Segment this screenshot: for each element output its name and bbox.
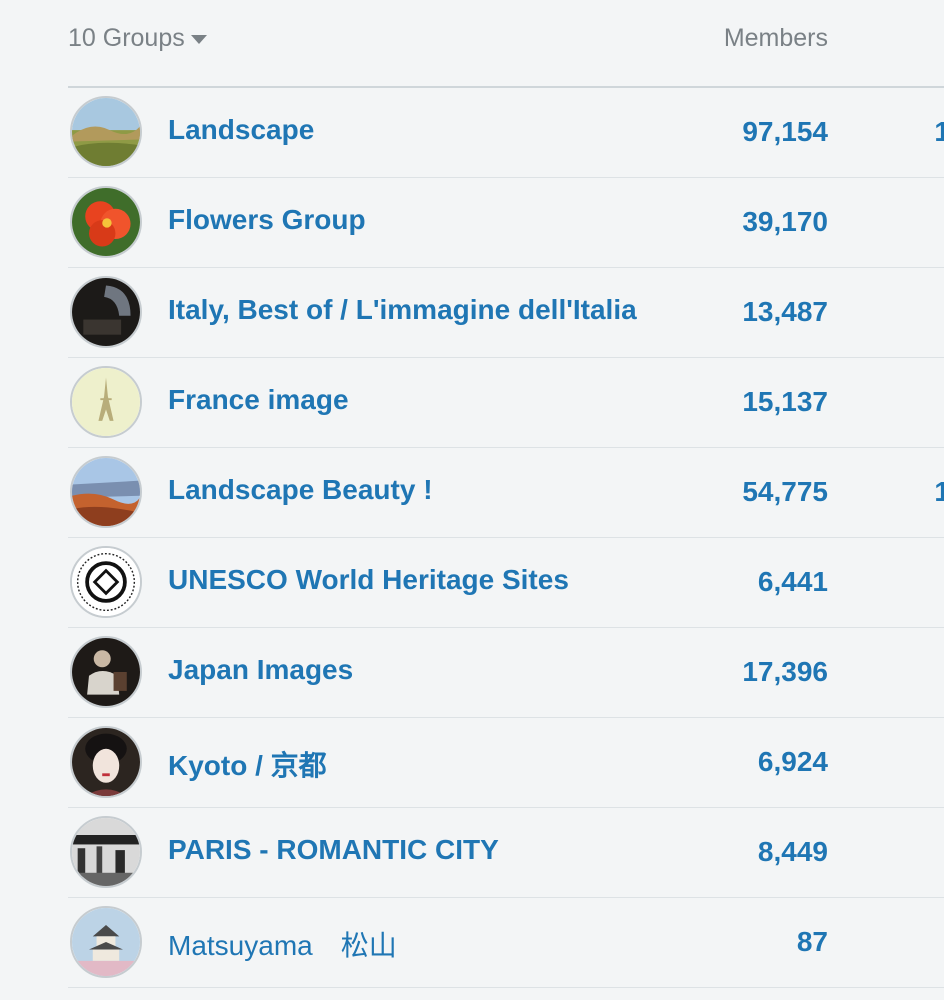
members-column-header[interactable]: Members	[724, 24, 828, 53]
table-row: Kyoto / 京都 6,924	[68, 718, 944, 808]
group-name-link[interactable]: PARIS - ROMANTIC CITY	[168, 834, 499, 866]
table-row: Flowers Group 39,170	[68, 178, 944, 268]
member-count-link[interactable]: 97,154	[742, 116, 828, 148]
table-row: UNESCO World Heritage Sites 6,441	[68, 538, 944, 628]
group-name-link[interactable]: Japan Images	[168, 654, 353, 686]
table-row: PARIS - ROMANTIC CITY 8,449	[68, 808, 944, 898]
dark-arch-avatar[interactable]	[70, 276, 142, 348]
group-name-link[interactable]: Matsuyama 松山	[168, 924, 397, 964]
group-name-link[interactable]: UNESCO World Heritage Sites	[168, 564, 569, 596]
groups-count-label: 10 Groups	[68, 24, 185, 52]
canyon-avatar[interactable]	[70, 456, 142, 528]
member-count-link[interactable]: 87	[797, 926, 828, 958]
table-row: Matsuyama 松山 87	[68, 898, 944, 988]
groups-list: Landscape 97,154 1 Flowers Group 39,170	[68, 88, 944, 988]
groups-count-dropdown[interactable]: 10 Groups	[68, 24, 207, 53]
extra-count[interactable]: 1	[934, 476, 944, 508]
group-name-link[interactable]: Italy, Best of / L'immagine dell'Italia	[168, 294, 637, 326]
group-name-link[interactable]: Kyoto / 京都	[168, 744, 327, 784]
table-row: Landscape 97,154 1	[68, 88, 944, 178]
member-count-link[interactable]: 54,775	[742, 476, 828, 508]
table-row: Landscape Beauty ! 54,775 1	[68, 448, 944, 538]
member-count-link[interactable]: 6,441	[758, 566, 828, 598]
member-count-link[interactable]: 13,487	[742, 296, 828, 328]
member-count-link[interactable]: 39,170	[742, 206, 828, 238]
member-count-link[interactable]: 17,396	[742, 656, 828, 688]
member-count-link[interactable]: 8,449	[758, 836, 828, 868]
red-flower-avatar[interactable]	[70, 186, 142, 258]
castle-avatar[interactable]	[70, 906, 142, 978]
member-count-link[interactable]: 15,137	[742, 386, 828, 418]
table-row: France image 15,137	[68, 358, 944, 448]
group-name-link[interactable]: Landscape	[168, 114, 314, 146]
geisha-portrait-avatar[interactable]	[70, 726, 142, 798]
person-portrait-avatar[interactable]	[70, 636, 142, 708]
extra-count[interactable]: 1	[934, 116, 944, 148]
groups-table-header: 10 Groups Members	[68, 0, 944, 88]
unesco-emblem-avatar[interactable]	[70, 546, 142, 618]
table-row: Japan Images 17,396	[68, 628, 944, 718]
member-count-link[interactable]: 6,924	[758, 746, 828, 778]
table-row: Italy, Best of / L'immagine dell'Italia …	[68, 268, 944, 358]
group-name-link[interactable]: France image	[168, 384, 349, 416]
eiffel-tower-avatar[interactable]	[70, 366, 142, 438]
group-name-link[interactable]: Landscape Beauty !	[168, 474, 433, 506]
bw-city-avatar[interactable]	[70, 816, 142, 888]
caret-down-icon	[190, 35, 207, 44]
group-name-link[interactable]: Flowers Group	[168, 204, 366, 236]
groups-page: 10 Groups Members Landscape 97,154 1 Flo…	[0, 0, 944, 1000]
landscape-hills-avatar[interactable]	[70, 96, 142, 168]
